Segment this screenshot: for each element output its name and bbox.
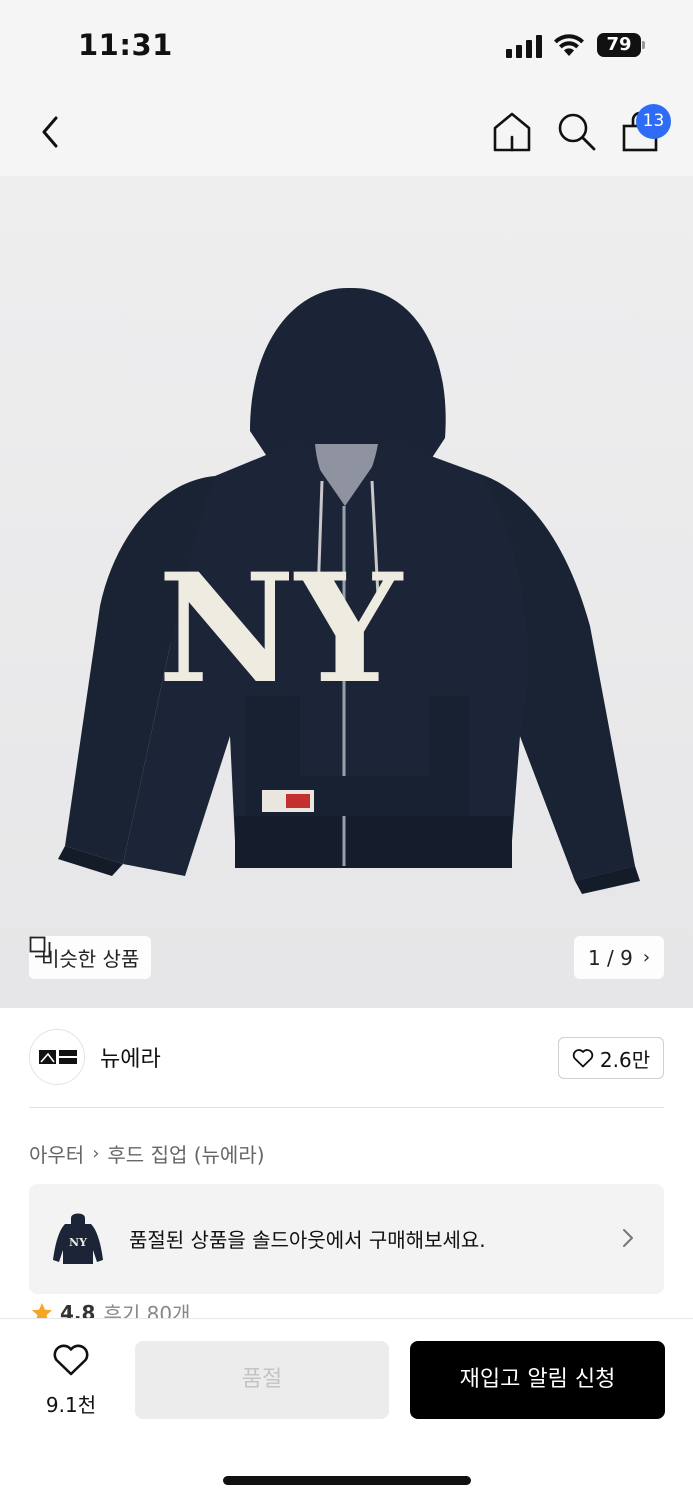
heart-icon	[53, 1344, 89, 1376]
product-image-carousel[interactable]: NY 비슷한 상품 1 / 9 ›	[0, 176, 693, 1008]
heart-icon	[572, 1049, 594, 1068]
soldout-banner-text: 품절된 상품을 솔드아웃에서 구매해보세요.	[129, 1228, 486, 1252]
hoodie-thumbnail: NY	[53, 1213, 103, 1264]
restock-alert-button[interactable]: 재입고 알림 신청	[410, 1341, 665, 1419]
soldout-button: 품절	[135, 1341, 389, 1419]
cart-count-badge: 13	[636, 104, 671, 139]
back-arrow-icon[interactable]	[32, 110, 72, 154]
svg-text:NY: NY	[69, 1236, 87, 1249]
new-era-logo-icon	[39, 1050, 77, 1064]
hoodie-product-image: NY	[58, 287, 640, 894]
similar-products-button[interactable]: 비슷한 상품	[29, 936, 152, 979]
wifi-icon	[554, 34, 584, 56]
image-page-indicator: 1 / 9	[587, 945, 633, 970]
similar-products-icon	[29, 936, 51, 958]
battery-level: 79	[606, 34, 632, 55]
top-navigation: 13	[0, 88, 693, 176]
status-time: 11:31	[78, 28, 173, 62]
signal-icon	[506, 34, 544, 58]
image-page-counter[interactable]: 1 / 9 ›	[574, 936, 664, 979]
home-icon[interactable]	[490, 110, 534, 154]
chevron-right-icon	[623, 1229, 633, 1247]
brand-like-count: 2.6만	[599, 1047, 651, 1072]
brand-logo[interactable]	[29, 1029, 85, 1085]
search-icon[interactable]	[555, 110, 599, 154]
chevron-right-icon: ›	[92, 1143, 100, 1164]
breadcrumb-subcategory[interactable]: 후드 집업 (뉴에라)	[107, 1139, 264, 1168]
brand-name[interactable]: 뉴에라	[100, 1041, 161, 1073]
brand-like-button[interactable]: 2.6만	[558, 1037, 664, 1079]
divider	[29, 1107, 664, 1108]
ny-logo-text: NY	[158, 541, 404, 717]
status-bar: 11:31 79	[0, 0, 693, 88]
battery-icon: 79	[597, 33, 645, 57]
wishlist-count: 9.1천	[45, 1393, 97, 1417]
wishlist-button[interactable]: 9.1천	[34, 1343, 108, 1417]
breadcrumb-category[interactable]: 아우터	[29, 1139, 84, 1168]
home-indicator[interactable]	[223, 1476, 471, 1485]
soldout-resale-banner[interactable]: NY 품절된 상품을 솔드아웃에서 구매해보세요.	[29, 1184, 664, 1294]
chevron-right-icon: ›	[642, 947, 651, 968]
breadcrumb: 아우터 › 후드 집업 (뉴에라)	[29, 1139, 265, 1168]
bottom-action-bar: 9.1천 품절 재입고 알림 신청	[0, 1318, 693, 1500]
similar-products-label: 비슷한 상품	[41, 947, 140, 971]
